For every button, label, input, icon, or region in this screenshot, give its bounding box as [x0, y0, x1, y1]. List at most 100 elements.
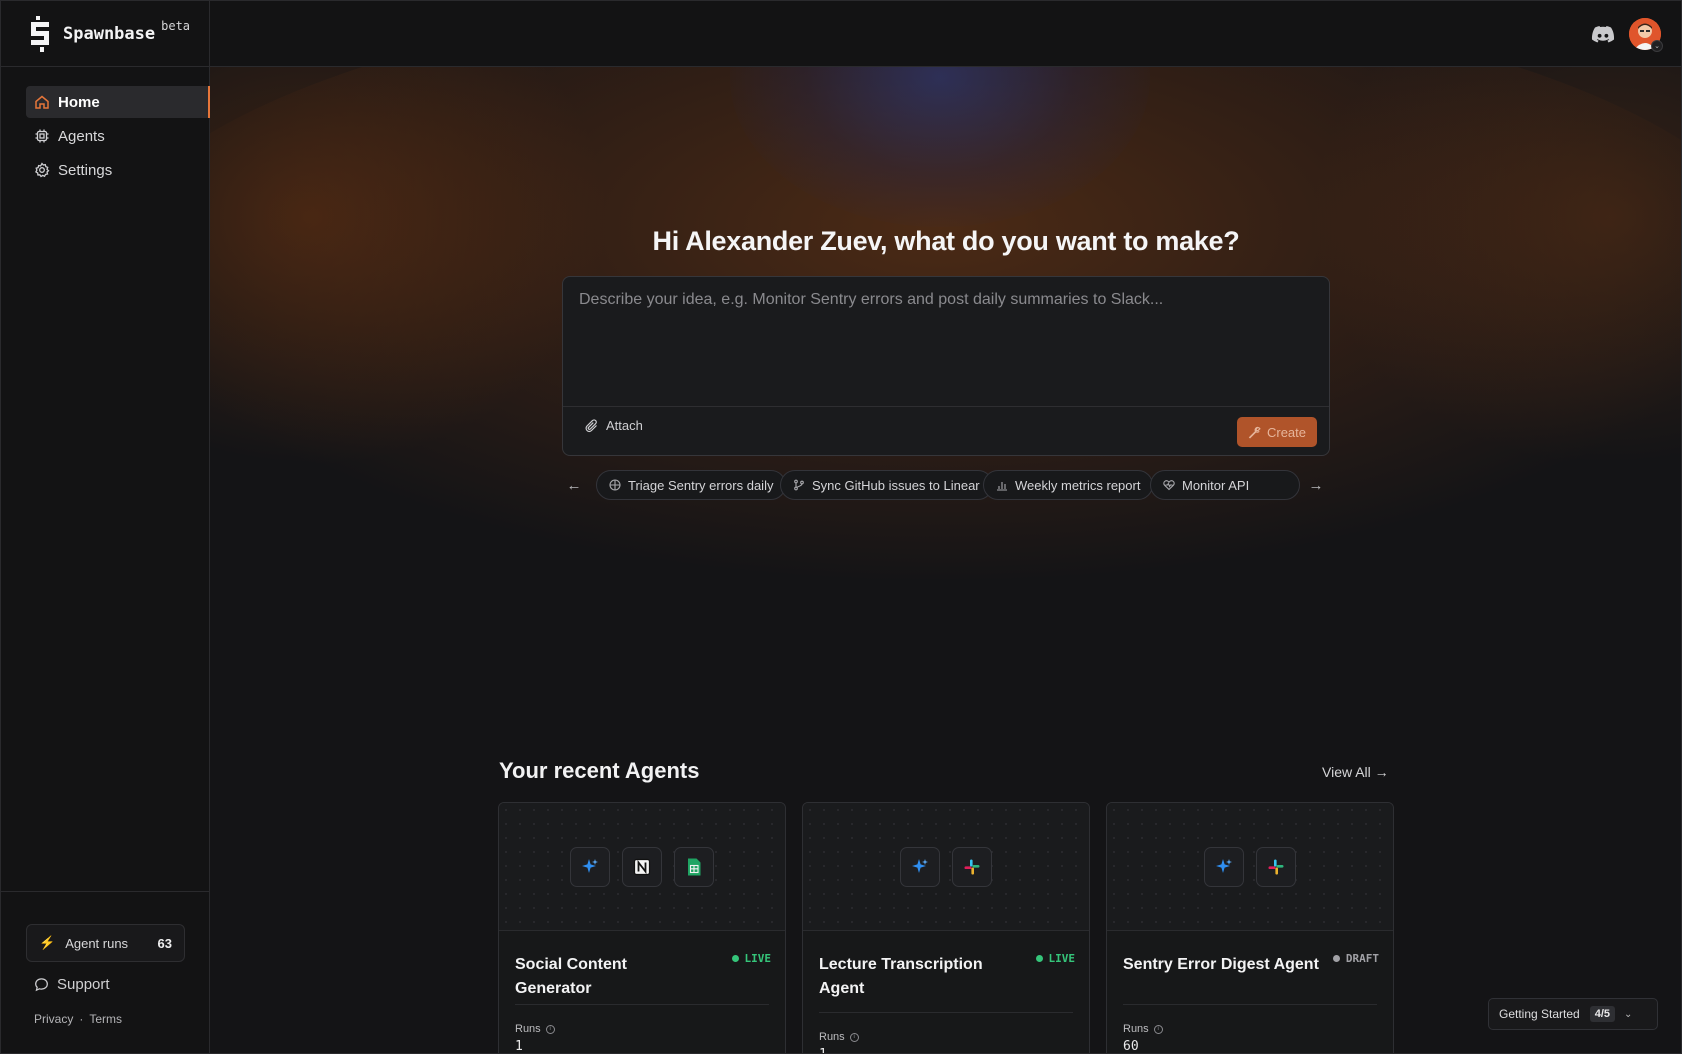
discord-icon[interactable] — [1591, 25, 1615, 45]
notion-icon — [622, 847, 662, 887]
status-dot — [731, 955, 739, 962]
getting-started-label: Getting Started — [1499, 1007, 1580, 1021]
suggestion-label: Weekly metrics report — [1015, 477, 1141, 493]
brand[interactable]: Spawnbase beta — [1, 1, 210, 67]
status-dot — [1332, 955, 1340, 962]
suggestion-carousel: ← Triage Sentry errors daily Sync GitHub… — [562, 470, 1330, 500]
status-label: LIVE — [1048, 952, 1076, 965]
main-content: Hi Alexander Zuev, what do you want to m… — [210, 67, 1681, 1054]
page-title: Hi Alexander Zuev, what do you want to m… — [652, 226, 1240, 256]
beta-tag: beta — [161, 19, 191, 33]
recent-agents-title: Your recent Agents — [499, 758, 700, 783]
sparkle-icon — [900, 847, 940, 887]
agents-icon — [35, 129, 49, 143]
suggestion-chip[interactable]: Weekly metrics report — [983, 470, 1154, 500]
status-dot — [1035, 955, 1043, 962]
runs-label: Runs i — [515, 1023, 555, 1035]
attach-button[interactable]: Attach — [585, 418, 643, 433]
arrow-right-icon[interactable]: → — [1307, 476, 1325, 494]
idea-input[interactable] — [563, 277, 1329, 407]
bug-icon — [609, 479, 621, 491]
view-all-link[interactable]: View All → — [1322, 764, 1389, 780]
status-badge: DRAFT — [1332, 952, 1379, 965]
chevron-down-icon[interactable]: ⌄ — [1624, 1009, 1632, 1020]
agent-card[interactable]: Social Content Generator LIVE Runs i 1 — [498, 802, 786, 1054]
home-icon — [35, 95, 49, 109]
slack-icon — [1256, 847, 1296, 887]
spawnbase-logo-icon — [31, 16, 49, 52]
runs-label: Runs i — [819, 1031, 859, 1043]
sidebar-item-label: Settings — [58, 161, 113, 179]
brand-name: Spawnbase — [63, 24, 156, 44]
status-label: DRAFT — [1345, 952, 1379, 965]
info-icon: i — [849, 1032, 859, 1042]
agent-runs-label: Agent runs — [65, 935, 129, 951]
integration-icons — [1107, 847, 1393, 887]
sidebar-item-agents[interactable]: Agents — [26, 120, 210, 152]
gear-icon — [35, 162, 50, 178]
chat-bubble-icon — [35, 978, 48, 992]
bar-chart-icon — [997, 482, 1007, 491]
info-icon: i — [545, 1024, 555, 1034]
runs-label: Runs i — [1123, 1023, 1163, 1035]
support-link[interactable]: Support — [34, 976, 110, 993]
agent-card[interactable]: Sentry Error Digest Agent DRAFT Runs i 60 — [1106, 802, 1394, 1054]
arrow-left-icon[interactable]: ← — [565, 476, 583, 494]
support-label: Support — [57, 976, 110, 993]
runs-value: 60 — [1123, 1039, 1139, 1054]
attach-label: Attach — [606, 418, 643, 433]
slack-icon — [952, 847, 992, 887]
card-divider — [515, 1004, 769, 1005]
lightning-icon: ⚡ — [39, 935, 56, 950]
status-badge: LIVE — [1035, 952, 1076, 965]
card-icon-area — [1107, 803, 1393, 931]
agent-title: Social Content Generator — [515, 956, 628, 997]
agent-title: Sentry Error Digest Agent — [1123, 956, 1319, 973]
getting-started-widget[interactable]: Getting Started 4/5 ⌄ — [1488, 998, 1658, 1030]
sidebar-divider — [1, 891, 210, 892]
getting-started-progress: 4/5 — [1589, 1006, 1616, 1022]
sparkle-icon — [1204, 847, 1244, 887]
suggestion-chip[interactable]: Monitor API — [1150, 470, 1300, 500]
privacy-link[interactable]: Privacy — [34, 1012, 73, 1026]
card-divider — [819, 1012, 1073, 1013]
legal-separator: · — [79, 1012, 84, 1026]
google-sheets-icon — [674, 847, 714, 887]
agent-runs-count: 63 — [157, 935, 172, 951]
integration-icons — [803, 847, 1089, 887]
paperclip-icon — [585, 418, 597, 432]
suggestion-label: Triage Sentry errors daily — [628, 477, 774, 493]
info-icon: i — [1153, 1024, 1163, 1034]
legal-links: Privacy · Terms — [34, 1012, 122, 1026]
agent-title: Lecture Transcription Agent — [819, 956, 983, 997]
suggestion-label: Sync GitHub issues to Linear — [812, 477, 980, 493]
wrench-icon — [1248, 426, 1261, 439]
heart-pulse-icon — [1163, 480, 1175, 491]
terms-link[interactable]: Terms — [89, 1012, 122, 1026]
sidebar-item-label: Home — [58, 93, 100, 111]
top-bar: Spawnbase beta ⌄ — [1, 1, 1681, 67]
create-button[interactable]: Create — [1237, 417, 1317, 447]
sparkle-icon — [570, 847, 610, 887]
card-icon-area — [499, 803, 785, 931]
agent-runs-counter[interactable]: ⚡ Agent runs 63 — [26, 924, 185, 962]
sidebar-item-settings[interactable]: Settings — [26, 154, 210, 186]
git-branch-icon — [794, 479, 804, 491]
card-icon-area — [803, 803, 1089, 931]
agent-card[interactable]: Lecture Transcription Agent LIVE Runsi 1 — [802, 802, 1090, 1053]
prompt-box: Attach Create — [562, 276, 1330, 456]
suggestion-label: Monitor API — [1182, 477, 1250, 493]
app-frame: Spawnbase beta ⌄ Home Agents Settings ⚡ … — [0, 0, 1682, 1054]
runs-value: 1 — [515, 1039, 523, 1054]
create-label: Create — [1266, 424, 1307, 440]
sidebar-item-home[interactable]: Home — [26, 86, 210, 118]
chevron-down-icon[interactable]: ⌄ — [1651, 40, 1663, 52]
suggestion-chip[interactable]: Triage Sentry errors daily — [596, 470, 787, 500]
status-badge: LIVE — [731, 952, 771, 965]
suggestion-chip[interactable]: Sync GitHub issues to Linear — [780, 470, 993, 500]
card-divider — [1123, 1004, 1377, 1005]
sidebar-item-label: Agents — [58, 127, 105, 145]
runs-value: 1 — [819, 1047, 827, 1053]
integration-icons — [499, 847, 785, 887]
sidebar: Home Agents Settings ⚡ Agent runs 63 Sup… — [1, 67, 210, 1053]
